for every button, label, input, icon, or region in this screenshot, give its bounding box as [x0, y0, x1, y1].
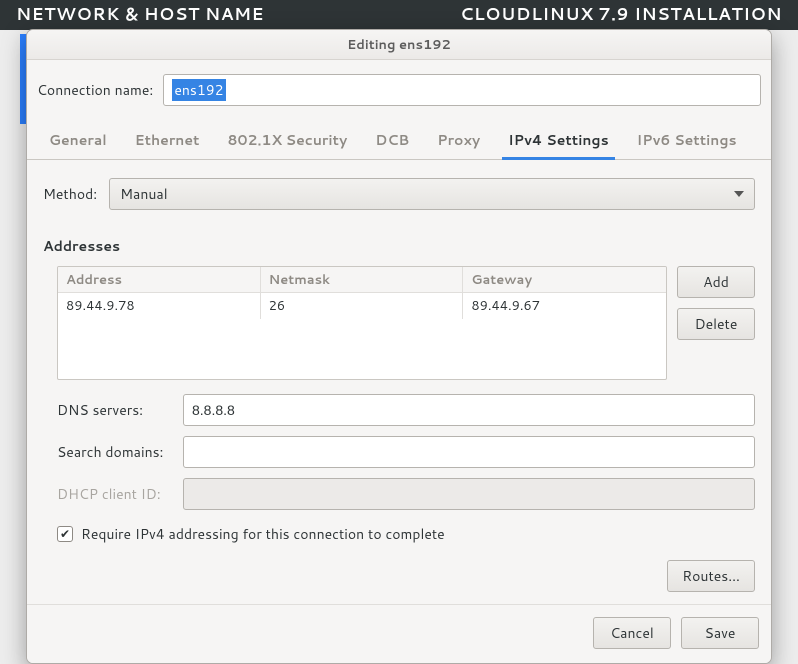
connection-name-value-selected: ens192	[172, 79, 225, 101]
tab-8021x-security[interactable]: 802.1X Security	[227, 120, 347, 159]
dialog-footer: Cancel Save	[27, 604, 771, 663]
method-value: Manual	[120, 184, 167, 204]
require-ipv4-label: Require IPv4 addressing for this connect…	[81, 524, 445, 544]
method-label: Method:	[43, 184, 97, 204]
method-combobox[interactable]: Manual	[109, 178, 755, 210]
cell-netmask[interactable]: 26	[261, 293, 464, 319]
nm-connection-editor-dialog: Editing ens192 Connection name: ens192 G…	[26, 29, 772, 664]
delete-button[interactable]: Delete	[677, 308, 755, 340]
search-domains-label: Search domains:	[57, 442, 175, 462]
ipv4-settings-page: Method: Manual Addresses Address Netmask…	[27, 160, 771, 604]
dns-servers-input[interactable]	[183, 394, 755, 426]
routes-button[interactable]: Routes…	[667, 560, 755, 592]
cell-address[interactable]: 89.44.9.78	[58, 293, 261, 319]
addresses-table[interactable]: Address Netmask Gateway 89.44.9.78 26 89…	[57, 266, 667, 380]
dhcp-client-id-input	[183, 478, 755, 510]
product-title: CLOUDLINUX 7.9 INSTALLATION	[460, 2, 782, 26]
tab-proxy[interactable]: Proxy	[437, 120, 480, 159]
cancel-button[interactable]: Cancel	[593, 617, 671, 649]
tab-strip: General Ethernet 802.1X Security DCB Pro…	[27, 120, 771, 160]
dialog-title: Editing ens192	[27, 30, 771, 60]
save-button[interactable]: Save	[681, 617, 759, 649]
search-domains-input[interactable]	[183, 436, 755, 468]
installer-topbar: NETWORK & HOST NAME CLOUDLINUX 7.9 INSTA…	[0, 0, 798, 30]
tab-general[interactable]: General	[49, 120, 107, 159]
tab-ipv4-settings[interactable]: IPv4 Settings	[508, 120, 608, 159]
add-button[interactable]: Add	[677, 266, 755, 298]
require-ipv4-checkbox[interactable]	[57, 526, 73, 542]
chevron-down-icon	[734, 191, 744, 197]
connection-name-input[interactable]: ens192	[163, 74, 761, 106]
col-gateway: Gateway	[463, 267, 666, 293]
connection-name-label: Connection name:	[37, 80, 153, 100]
tab-ethernet[interactable]: Ethernet	[135, 120, 200, 159]
tab-ipv6-settings[interactable]: IPv6 Settings	[637, 120, 737, 159]
spoke-title: NETWORK & HOST NAME	[16, 2, 264, 26]
tab-dcb[interactable]: DCB	[375, 120, 409, 159]
dns-servers-label: DNS servers:	[57, 400, 175, 420]
dhcp-client-id-label: DHCP client ID:	[57, 484, 175, 504]
cell-gateway[interactable]: 89.44.9.67	[463, 293, 666, 319]
addresses-header: Address Netmask Gateway	[58, 267, 666, 293]
table-row[interactable]: 89.44.9.78 26 89.44.9.67	[58, 293, 666, 319]
col-address: Address	[58, 267, 261, 293]
col-netmask: Netmask	[261, 267, 464, 293]
addresses-label: Addresses	[43, 236, 755, 256]
